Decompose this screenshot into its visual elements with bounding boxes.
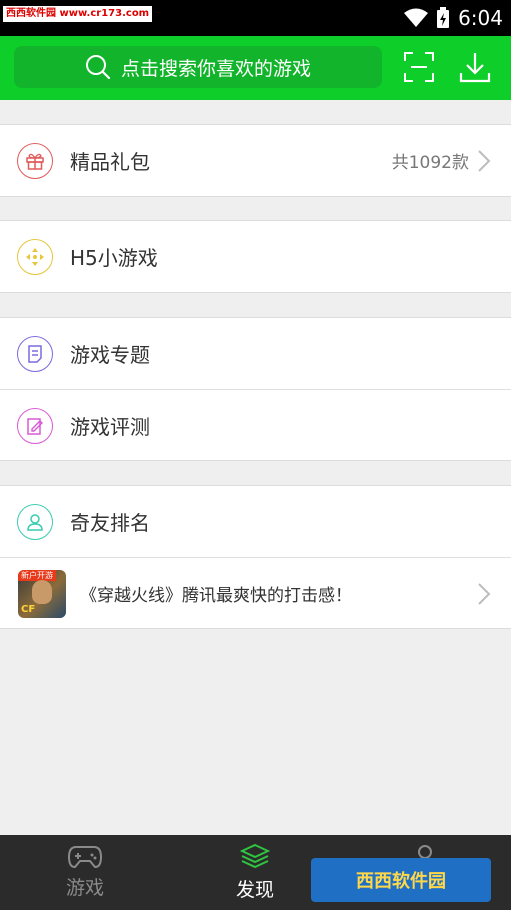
download-button[interactable] — [458, 50, 492, 84]
scan-icon — [404, 52, 434, 82]
gamepad-icon — [68, 846, 102, 869]
menu-item-rankings[interactable]: 奇友排名 — [0, 486, 511, 557]
move-arrows-icon — [17, 239, 53, 275]
group-content: 游戏专题 游戏评测 — [0, 317, 511, 461]
tab-label: 游戏 — [65, 877, 104, 899]
menu-item-label: 奇友排名 — [70, 511, 150, 535]
menu-item-label: 精品礼包 — [70, 150, 150, 174]
menu-item-label: 游戏专题 — [70, 343, 150, 367]
status-icons: 6:04 — [404, 0, 503, 36]
menu-item-game-reviews[interactable]: 游戏评测 — [0, 389, 511, 460]
game-thumbnail: 新户开游 CF — [18, 570, 66, 618]
watermark-bottom: 西西软件园 — [311, 858, 491, 902]
search-bar[interactable]: 点击搜索你喜欢的游戏 — [14, 46, 382, 88]
tab-games[interactable]: 游戏 — [0, 835, 170, 910]
chevron-right-icon — [478, 583, 491, 605]
gift-count: 共1092款 — [391, 153, 469, 173]
status-time: 6:04 — [458, 6, 503, 30]
menu-item-h5-games[interactable]: H5小游戏 — [0, 221, 511, 292]
cube-icon — [240, 843, 270, 869]
document-icon — [17, 336, 53, 372]
chevron-right-icon — [478, 150, 491, 172]
menu-item-game-topics[interactable]: 游戏专题 — [0, 318, 511, 389]
battery-charging-icon — [437, 7, 450, 28]
group-gifts: 精品礼包 共1092款 — [0, 124, 511, 197]
wifi-icon — [404, 8, 429, 27]
scan-button[interactable] — [402, 50, 436, 84]
group-h5: H5小游戏 — [0, 220, 511, 293]
user-icon — [17, 504, 53, 540]
menu-item-gift-packs[interactable]: 精品礼包 共1092款 — [0, 125, 511, 196]
thumbnail-figure — [32, 580, 52, 604]
group-ranking: 奇友排名 新户开游 CF 《穿越火线》腾讯最爽快的打击感！ — [0, 485, 511, 629]
menu-item-label: 游戏评测 — [70, 414, 150, 439]
download-icon — [459, 53, 491, 83]
gift-icon — [17, 143, 53, 179]
thumbnail-tag: 新户开游 — [18, 570, 56, 581]
top-header: 点击搜索你喜欢的游戏 — [0, 36, 511, 100]
promo-text: 《穿越火线》腾讯最爽快的打击感！ — [80, 585, 352, 606]
status-bar: 西西软件园 www.cr173.com 6:04 — [0, 0, 511, 36]
app-screen: 西西软件园 www.cr173.com 6:04 点击搜索你喜欢的游戏 精品礼包… — [0, 0, 511, 910]
tab-label: 发现 — [235, 879, 274, 901]
thumbnail-logo: CF — [21, 604, 36, 615]
watermark-top: 西西软件园 www.cr173.com — [3, 6, 153, 22]
search-placeholder: 点击搜索你喜欢的游戏 — [120, 57, 311, 80]
search-icon — [85, 55, 111, 80]
edit-note-icon — [17, 408, 53, 444]
menu-item-label: H5小游戏 — [70, 246, 158, 270]
promo-banner[interactable]: 新户开游 CF 《穿越火线》腾讯最爽快的打击感！ — [0, 557, 511, 628]
